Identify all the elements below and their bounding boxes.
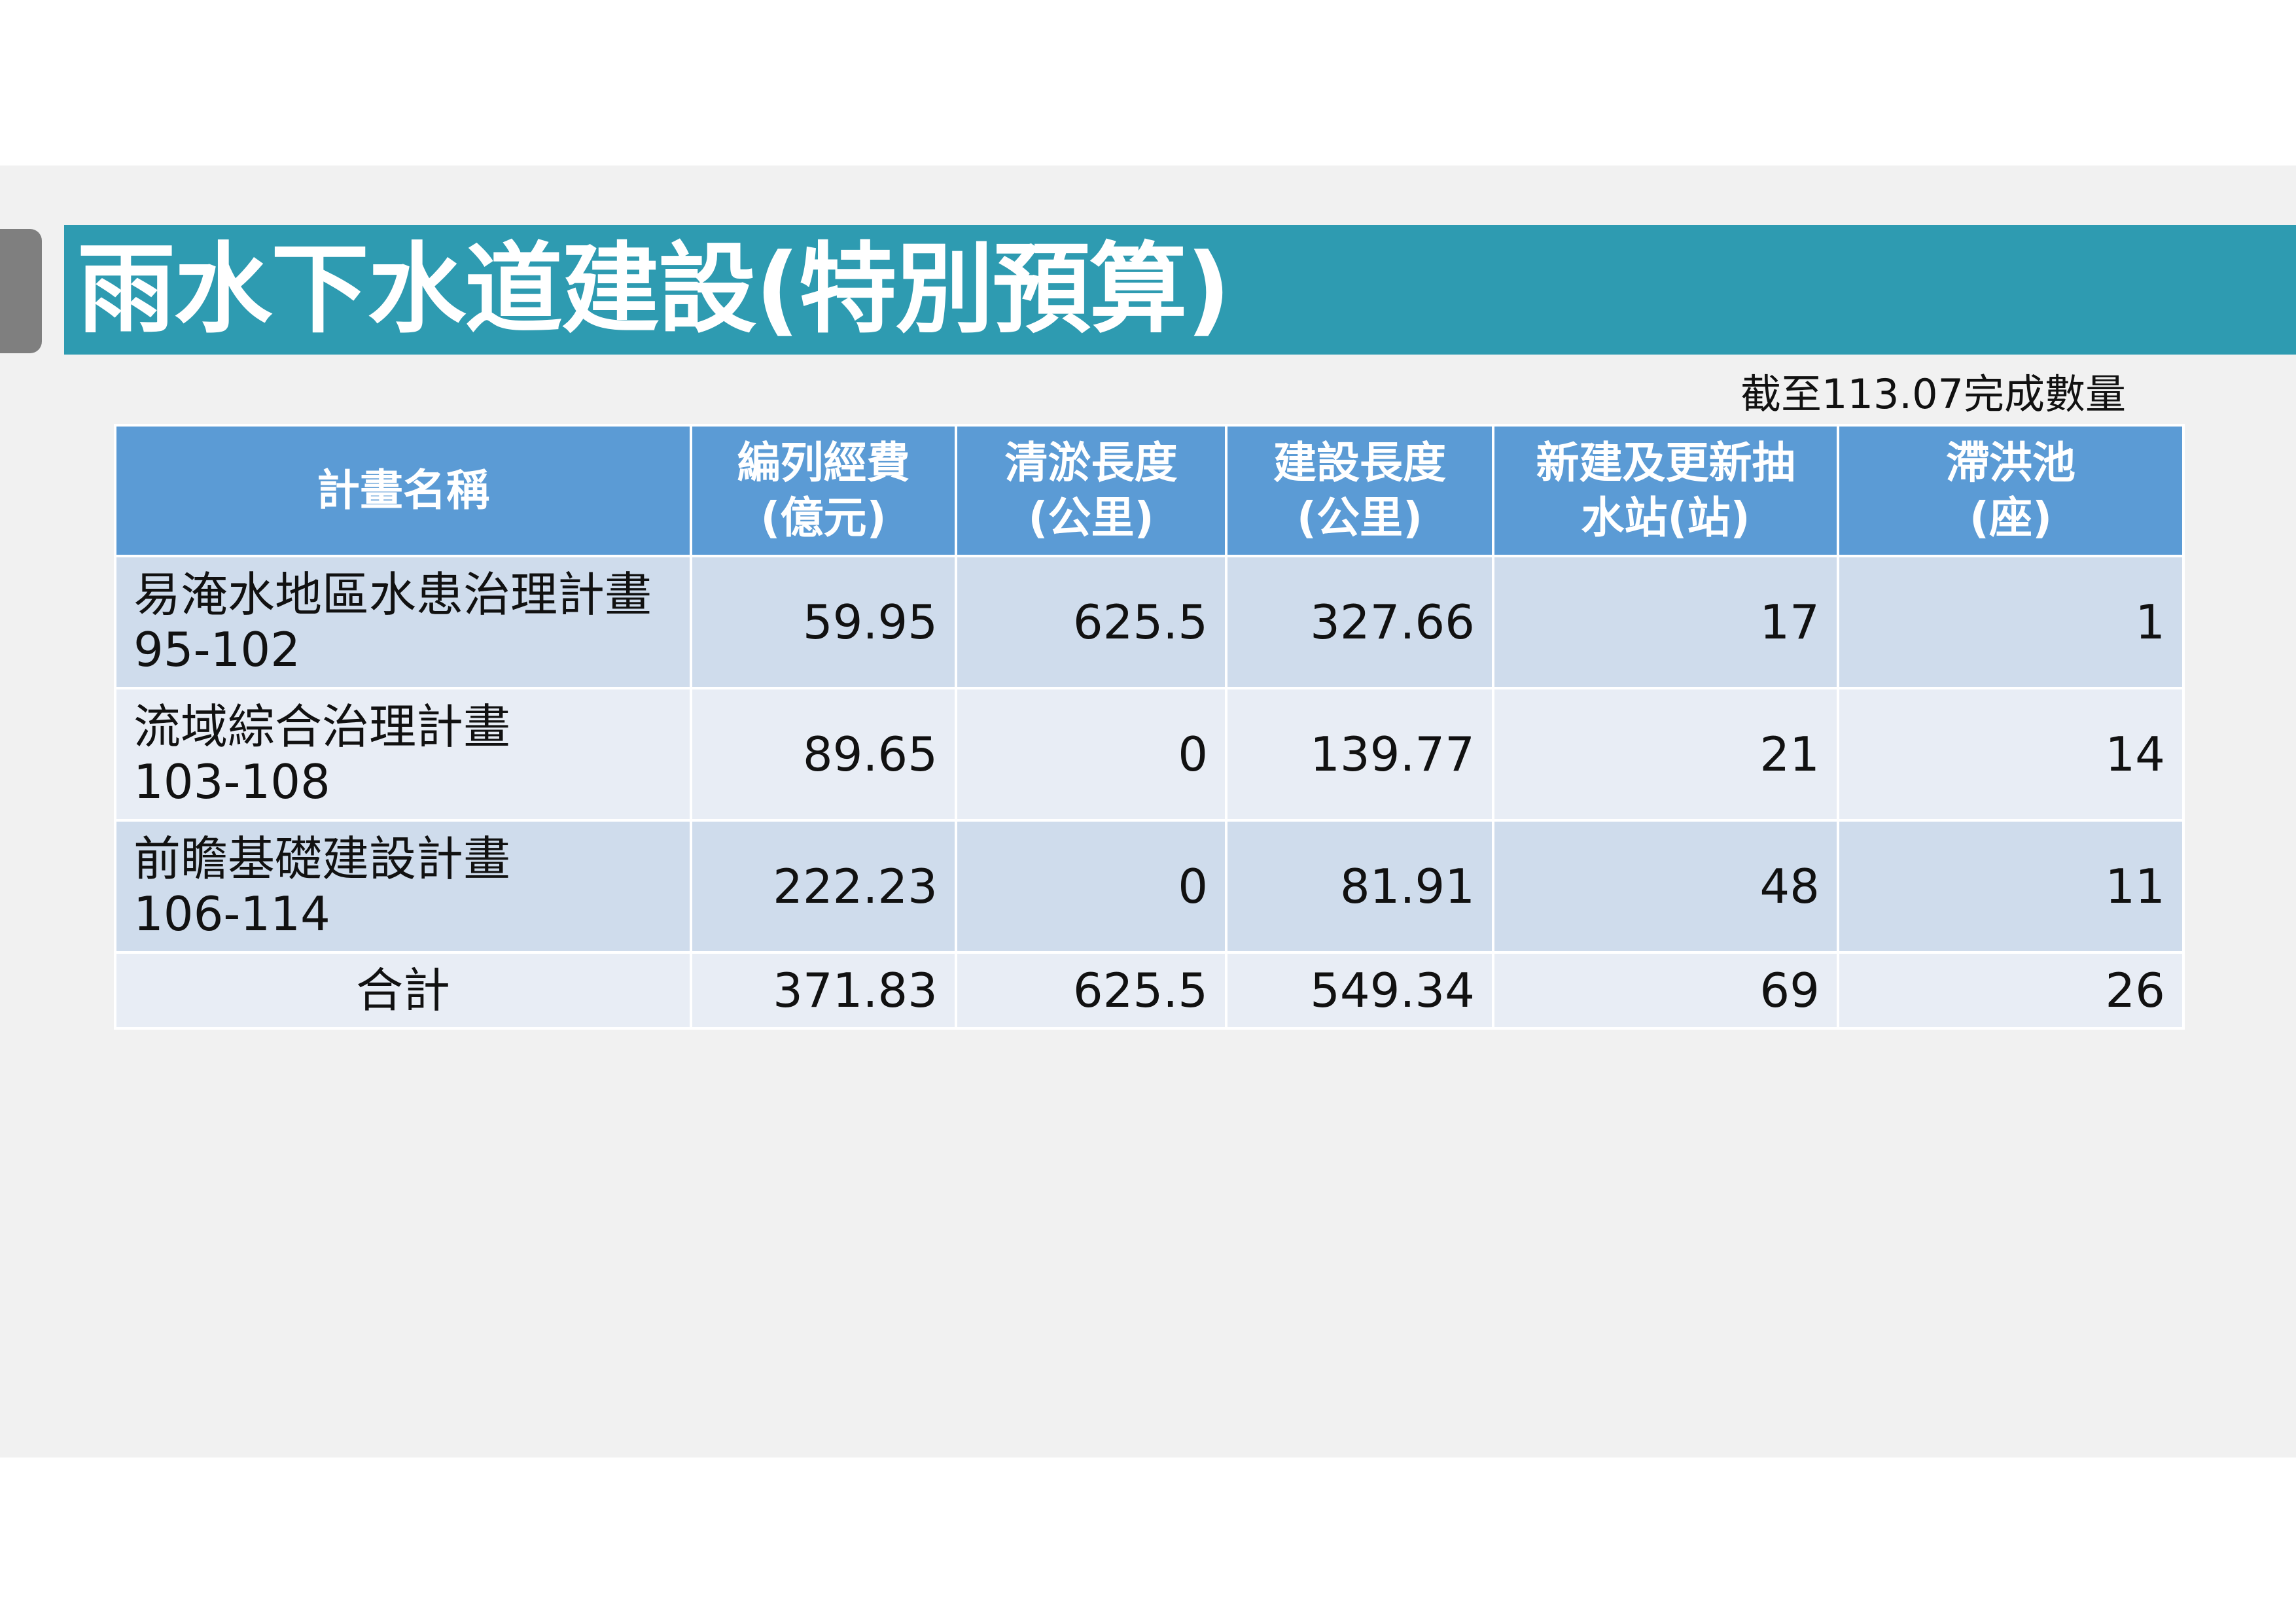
construction-length-cell: 139.77 xyxy=(1225,687,1494,822)
total-label-cell: 合計 xyxy=(114,951,692,1030)
budget-cell: 222.23 xyxy=(690,819,957,954)
table-row: 流域綜合治理計畫 103-108 89.65 0 139.77 21 14 xyxy=(114,687,2185,822)
construction-length-cell: 81.91 xyxy=(1225,819,1494,954)
pumping-stations-cell: 17 xyxy=(1492,555,1839,689)
pumping-stations-cell: 48 xyxy=(1492,819,1839,954)
construction-length-cell: 327.66 xyxy=(1225,555,1494,689)
detention-ponds-cell: 14 xyxy=(1837,687,2185,822)
total-detention-ponds-cell: 26 xyxy=(1837,951,2185,1030)
total-budget-cell: 371.83 xyxy=(690,951,957,1030)
dredging-length-cell: 0 xyxy=(955,687,1227,822)
plan-name-cell: 易淹水地區水患治理計畫 95-102 xyxy=(114,555,692,689)
header-detention-ponds: 滯洪池 (座) xyxy=(1837,424,2185,557)
pumping-stations-cell: 21 xyxy=(1492,687,1839,822)
dredging-length-cell: 625.5 xyxy=(955,555,1227,689)
total-pumping-stations-cell: 69 xyxy=(1492,951,1839,1030)
header-plan-name: 計畫名稱 xyxy=(114,424,692,557)
page-title: 雨水下水道建設(特別預算) xyxy=(77,233,1231,347)
as-of-note: 截至113.07完成數量 xyxy=(1740,370,2126,418)
total-dredging-length-cell: 625.5 xyxy=(955,951,1227,1030)
table-total-row: 合計 371.83 625.5 549.34 69 26 xyxy=(114,951,2185,1030)
plan-name-cell: 前瞻基礎建設計畫 106-114 xyxy=(114,819,692,954)
header-budget: 編列經費 (億元) xyxy=(690,424,957,557)
budget-cell: 59.95 xyxy=(690,555,957,689)
budget-table: 計畫名稱 編列經費 (億元) 清淤長度 (公里) 建設長度 (公里) 新建及更新… xyxy=(114,424,2185,1030)
plan-name-cell: 流域綜合治理計畫 103-108 xyxy=(114,687,692,822)
table-row: 易淹水地區水患治理計畫 95-102 59.95 625.5 327.66 17… xyxy=(114,555,2185,689)
detention-ponds-cell: 1 xyxy=(1837,555,2185,689)
dredging-length-cell: 0 xyxy=(955,819,1227,954)
header-dredging-length: 清淤長度 (公里) xyxy=(955,424,1227,557)
table-row: 前瞻基礎建設計畫 106-114 222.23 0 81.91 48 11 xyxy=(114,819,2185,954)
total-construction-length-cell: 549.34 xyxy=(1225,951,1494,1030)
budget-cell: 89.65 xyxy=(690,687,957,822)
header-construction-length: 建設長度 (公里) xyxy=(1225,424,1494,557)
header-pumping-stations: 新建及更新抽 水站(站) xyxy=(1492,424,1839,557)
title-bar: 雨水下水道建設(特別預算) xyxy=(64,225,2296,355)
left-accent-tab xyxy=(0,229,42,353)
table-header-row: 計畫名稱 編列經費 (億元) 清淤長度 (公里) 建設長度 (公里) 新建及更新… xyxy=(114,424,2185,557)
detention-ponds-cell: 11 xyxy=(1837,819,2185,954)
